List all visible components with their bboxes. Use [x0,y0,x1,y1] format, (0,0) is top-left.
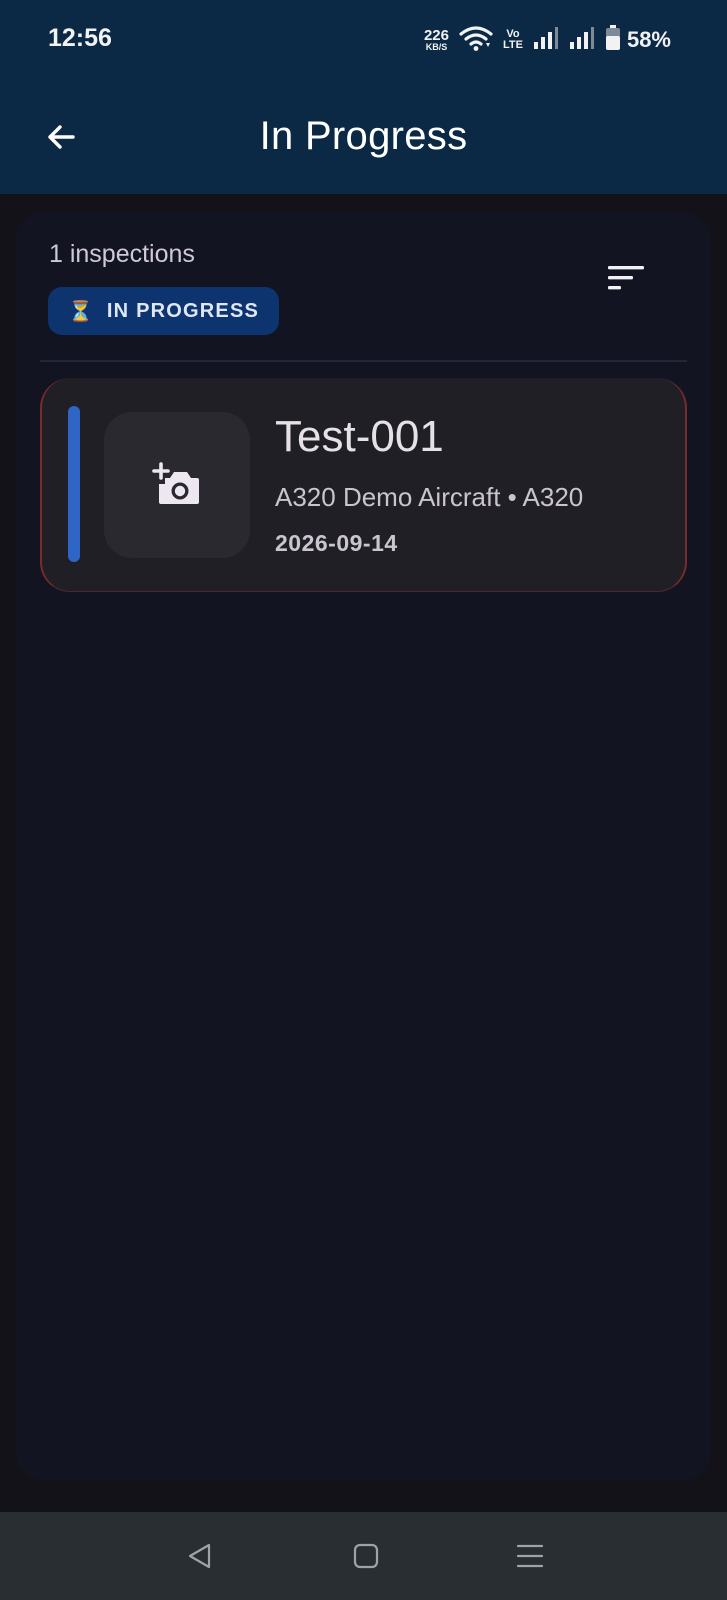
sort-button[interactable] [606,262,656,302]
nav-recents-button[interactable] [508,1534,552,1578]
square-home-icon [353,1543,379,1569]
nav-back-button[interactable] [178,1534,222,1578]
hourglass-icon: ⏳ [68,300,93,323]
battery-icon [605,24,621,56]
nav-home-button[interactable] [344,1534,388,1578]
volte-indicator: Vo LTE [503,29,523,51]
filter-chip-label: IN PROGRESS [106,299,260,322]
signal-sim2-icon [569,26,595,55]
status-accent-bar [68,406,80,562]
network-speed: 226 KB/S [424,28,449,52]
page-title: In Progress [259,114,468,158]
battery-percent: 58% [626,27,671,52]
add-photo-thumbnail[interactable] [104,412,250,558]
app-bar: In Progress [0,90,727,186]
inspection-aircraft: A320 Demo Aircraft • A320 [275,482,584,512]
inspection-list-panel: 1 inspections ⏳ IN PROGRESS Test-001 A32… [16,212,711,1480]
sort-icon [608,266,644,290]
wifi-icon [459,25,493,56]
list-divider [40,360,687,362]
volte-bottom-label: LTE [502,39,523,51]
menu-recents-icon [516,1544,544,1568]
header: 12:56 226 KB/S Vo LTE 58% In Progress [0,0,727,194]
system-nav-bar [0,1512,727,1600]
signal-sim1-icon [533,26,559,55]
screen: 12:56 226 KB/S Vo LTE 58% In Progress 1 … [0,0,727,1600]
add-photo-icon [152,462,199,504]
inspection-date: 2026-09-14 [275,530,398,556]
status-icons: 226 KB/S Vo LTE 58% [424,24,671,56]
inspection-card[interactable]: Test-001 A320 Demo Aircraft • A320 2026-… [40,378,687,592]
network-speed-value: 226 [423,27,449,44]
status-filter-chip[interactable]: ⏳ IN PROGRESS [48,287,280,335]
status-bar: 12:56 226 KB/S Vo LTE 58% [0,0,727,80]
network-speed-unit: KB/S [425,42,448,52]
status-time: 12:56 [48,24,112,52]
triangle-back-icon [188,1543,211,1569]
inspection-title: Test-001 [275,412,444,461]
inspection-count: 1 inspections [49,240,195,268]
